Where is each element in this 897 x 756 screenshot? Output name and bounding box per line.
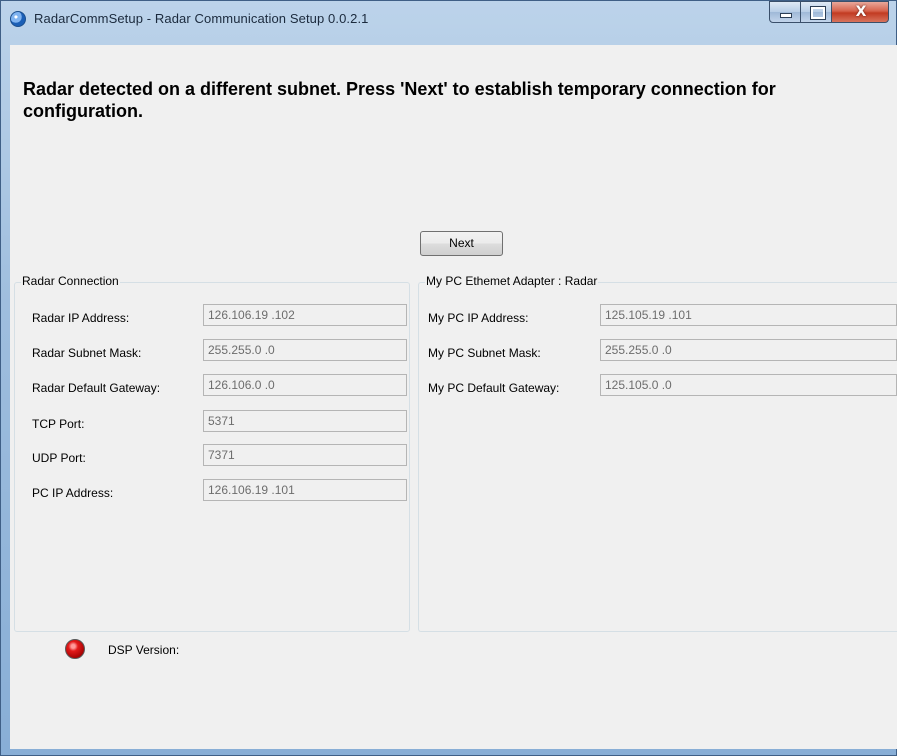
close-icon: X	[855, 4, 867, 20]
udp-port-field[interactable]: 7371	[203, 444, 407, 466]
pc-adapter-group: My PC Ethemet Adapter : Radar My PC IP A…	[418, 274, 897, 632]
dsp-status-led-icon	[65, 639, 85, 659]
my-pc-ip-label: My PC IP Address:	[428, 311, 529, 325]
app-window: RadarCommSetup - Radar Communication Set…	[0, 0, 897, 756]
minimize-button[interactable]	[769, 1, 801, 23]
pc-adapter-legend: My PC Ethemet Adapter : Radar	[425, 274, 599, 288]
client-area: Radar detected on a different subnet. Pr…	[10, 45, 897, 749]
pc-ip-field[interactable]: 126.106.19 .101	[203, 479, 407, 501]
radar-connection-group: Radar Connection Radar IP Address: 126.1…	[14, 274, 410, 632]
radar-gateway-field[interactable]: 126.106.0 .0	[203, 374, 407, 396]
my-pc-gateway-field[interactable]: 125.105.0 .0	[600, 374, 897, 396]
pc-ip-label: PC IP Address:	[32, 486, 114, 500]
next-button[interactable]: Next	[420, 231, 503, 256]
my-pc-subnet-field[interactable]: 255.255.0 .0	[600, 339, 897, 361]
my-pc-ip-field[interactable]: 125.105.19 .101	[600, 304, 897, 326]
my-pc-gateway-label: My PC Default Gateway:	[428, 381, 560, 395]
maximize-button[interactable]	[800, 1, 832, 23]
maximize-icon	[810, 6, 826, 20]
app-icon[interactable]	[10, 11, 26, 27]
radar-subnet-label: Radar Subnet Mask:	[32, 346, 142, 360]
close-button[interactable]: X	[831, 1, 889, 23]
udp-port-label: UDP Port:	[32, 451, 86, 465]
window-title: RadarCommSetup - Radar Communication Set…	[34, 11, 369, 26]
radar-ip-label: Radar IP Address:	[32, 311, 130, 325]
my-pc-subnet-label: My PC Subnet Mask:	[428, 346, 541, 360]
tcp-port-field[interactable]: 5371	[203, 410, 407, 432]
dsp-version-label: DSP Version:	[108, 643, 180, 657]
radar-gateway-label: Radar Default Gateway:	[32, 381, 161, 395]
status-message: Radar detected on a different subnet. Pr…	[23, 79, 776, 121]
minimize-icon	[780, 13, 792, 18]
radar-subnet-field[interactable]: 255.255.0 .0	[203, 339, 407, 361]
radar-ip-field[interactable]: 126.106.19 .102	[203, 304, 407, 326]
tcp-port-label: TCP Port:	[32, 417, 85, 431]
radar-connection-legend: Radar Connection	[21, 274, 120, 288]
title-bar[interactable]: RadarCommSetup - Radar Communication Set…	[1, 1, 896, 45]
